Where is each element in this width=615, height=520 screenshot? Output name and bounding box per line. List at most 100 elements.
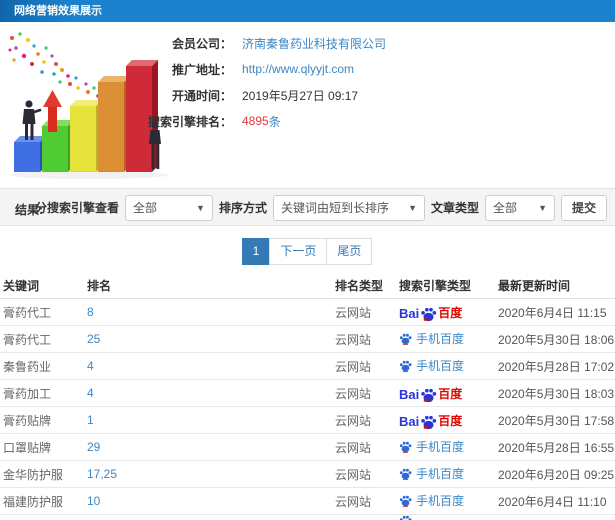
engine-view-selected: 全部 bbox=[132, 201, 157, 215]
updated-cell: 2020年6月20日 09:25 bbox=[498, 467, 615, 482]
baidu-logo-cn-text: 百度 bbox=[438, 386, 463, 401]
rank-type-cell: 云网站 bbox=[335, 305, 372, 320]
page-title: 网络营销效果展示 bbox=[14, 5, 102, 17]
engine-cell: Bai du 百度 手机百度 bbox=[395, 465, 490, 483]
rank-link[interactable]: 8 bbox=[85, 305, 335, 319]
last-page-button[interactable]: 尾页 bbox=[326, 238, 373, 265]
chevron-down-icon: ▼ bbox=[408, 202, 417, 213]
mobile-baidu-link[interactable]: 手机百度 bbox=[399, 330, 464, 347]
rank-link[interactable]: 4 bbox=[85, 386, 335, 400]
submit-button[interactable]: 提交 bbox=[561, 194, 607, 221]
svg-text:du: du bbox=[424, 398, 432, 402]
header-updated: 最新更新时间 bbox=[498, 278, 571, 293]
header-engine-type: 搜索引擎类型 bbox=[399, 278, 472, 293]
baidu-logo[interactable]: Bai du 百度 bbox=[399, 385, 462, 402]
updated-cell: 2020年6月4日 11:10 bbox=[498, 494, 607, 509]
rank-link[interactable]: 10 bbox=[85, 494, 335, 508]
mobile-baidu-label: 手机百度 bbox=[416, 359, 465, 374]
article-type-label: 文章类型 bbox=[430, 201, 479, 215]
engine-cell: Bai du 百度 手机百度 bbox=[395, 357, 490, 375]
updated-cell: 2020年5月30日 17:58 bbox=[498, 413, 615, 428]
baidu-logo[interactable]: Bai du 百度 bbox=[399, 412, 462, 429]
baidu-paw-icon: du bbox=[421, 307, 437, 321]
keyword-cell: 秦鲁药业 bbox=[3, 359, 52, 374]
baidu-logo-cn-text: 百度 bbox=[438, 413, 463, 428]
next-page-button[interactable]: 下一页 bbox=[269, 238, 328, 265]
baidu-logo-bai-text: Bai bbox=[399, 386, 420, 402]
rank-link[interactable]: 1 bbox=[85, 413, 335, 427]
rank-type-cell: 云网站 bbox=[335, 440, 372, 455]
table-row: 金华防护服 17,25 云网站 Bai du 百度 bbox=[0, 461, 615, 488]
bar-blue bbox=[14, 136, 46, 172]
info-row-company: 会员公司： 济南秦鲁药业科技有限公司 bbox=[0, 30, 615, 56]
partial-next-row bbox=[0, 515, 615, 520]
updated-cell: 2020年5月30日 18:03 bbox=[498, 386, 615, 401]
rank-type-cell: 云网站 bbox=[335, 386, 372, 401]
open-time-label: 开通时间： bbox=[171, 88, 232, 103]
mobile-baidu-paw-icon bbox=[399, 441, 412, 453]
engine-cell: Bai du 百度 手机百度 bbox=[395, 492, 490, 510]
keyword-cell: 金华防护服 bbox=[3, 467, 64, 482]
mobile-baidu-paw-icon bbox=[399, 495, 412, 507]
baidu-paw-icon: du bbox=[421, 415, 437, 429]
table-body: 膏药代工 8 云网站 Bai du 百度 2020年6月4日 11:15 膏药代… bbox=[0, 299, 615, 515]
rank-count-suffix: 条 bbox=[268, 114, 281, 129]
results-table: 关键词 排名 排名类型 搜索引擎类型 最新更新时间 膏药代工 8 云网站 Bai… bbox=[0, 272, 615, 515]
mobile-baidu-paw-icon bbox=[399, 333, 412, 345]
mobile-baidu-paw-icon bbox=[399, 360, 412, 372]
company-info: 会员公司： 济南秦鲁药业科技有限公司 推广地址： http://www.qlyy… bbox=[0, 30, 615, 134]
title-bar: 网络营销效果展示 bbox=[0, 0, 615, 22]
sort-selected: 关键词由短到长排序 bbox=[280, 201, 389, 215]
page-1-button[interactable]: 1 bbox=[241, 238, 271, 265]
rank-link[interactable]: 25 bbox=[85, 332, 335, 346]
mobile-baidu-link[interactable]: 手机百度 bbox=[399, 438, 464, 455]
table-row: 福建防护服 10 云网站 Bai du 百度 bbox=[0, 488, 615, 515]
baidu-paw-icon: du bbox=[421, 388, 437, 402]
svg-text:du: du bbox=[424, 317, 432, 321]
mobile-baidu-label: 手机百度 bbox=[416, 440, 465, 455]
filter-bar: 结果: 分搜索引擎查看 全部 ▼ 排序方式 关键词由短到长排序 ▼ 文章类型 全… bbox=[0, 188, 615, 226]
chevron-down-icon: ▼ bbox=[538, 202, 547, 213]
header-keyword: 关键词 bbox=[3, 278, 40, 293]
info-row-rank-count: 搜索引擎排名： 4895 条 bbox=[0, 108, 615, 134]
info-row-url: 推广地址： http://www.qlyyjt.com bbox=[0, 56, 615, 82]
mobile-baidu-label: 手机百度 bbox=[416, 332, 465, 347]
keyword-cell: 膏药代工 bbox=[3, 332, 52, 347]
mobile-baidu-link[interactable]: 手机百度 bbox=[399, 357, 464, 374]
keyword-cell: 福建防护服 bbox=[3, 494, 64, 509]
pagination: 1 下一页 尾页 bbox=[0, 238, 615, 265]
sort-select[interactable]: 关键词由短到长排序 ▼ bbox=[272, 194, 425, 221]
promo-url-label: 推广地址： bbox=[171, 62, 232, 77]
keyword-cell: 膏药贴牌 bbox=[3, 413, 52, 428]
promo-url-link[interactable]: http://www.qlyyjt.com bbox=[232, 62, 354, 76]
table-row: 膏药代工 25 云网站 Bai du 百度 bbox=[0, 326, 615, 353]
company-link[interactable]: 济南秦鲁药业科技有限公司 bbox=[232, 35, 386, 52]
rank-link[interactable]: 4 bbox=[85, 359, 335, 373]
rank-count-value: 4895 bbox=[242, 114, 269, 128]
rank-type-cell: 云网站 bbox=[335, 494, 372, 509]
svg-text:du: du bbox=[424, 425, 432, 429]
rank-type-cell: 云网站 bbox=[335, 332, 372, 347]
engine-cell: Bai du 百度 手机百度 bbox=[395, 412, 490, 429]
baidu-logo-cn-text: 百度 bbox=[438, 305, 463, 320]
engine-view-select[interactable]: 全部 ▼ bbox=[124, 194, 213, 221]
baidu-logo[interactable]: Bai du 百度 bbox=[399, 304, 462, 321]
header-rank-type: 排名类型 bbox=[335, 278, 384, 293]
mobile-baidu-link[interactable]: 手机百度 bbox=[399, 492, 464, 509]
engine-cell: Bai du 百度 手机百度 bbox=[395, 304, 490, 321]
article-type-select[interactable]: 全部 ▼ bbox=[485, 194, 555, 221]
rank-link[interactable]: 17,25 bbox=[85, 467, 335, 481]
mobile-baidu-label: 手机百度 bbox=[416, 467, 465, 482]
rank-link[interactable]: 29 bbox=[85, 440, 335, 454]
filter-controls: 分搜索引擎查看 全部 ▼ 排序方式 关键词由短到长排序 ▼ 文章类型 全部 ▼ … bbox=[35, 194, 607, 221]
open-time-value: 2019年5月27日 09:17 bbox=[242, 88, 359, 103]
keyword-cell: 膏药代工 bbox=[3, 305, 52, 320]
updated-cell: 2020年5月28日 17:02 bbox=[498, 359, 615, 374]
sort-label: 排序方式 bbox=[218, 201, 267, 215]
table-row: 秦鲁药业 4 云网站 Bai du 百度 bbox=[0, 353, 615, 380]
rank-type-cell: 云网站 bbox=[335, 359, 372, 374]
mobile-baidu-link[interactable]: 手机百度 bbox=[399, 465, 464, 482]
company-label: 会员公司： bbox=[171, 36, 232, 51]
baidu-logo-bai-text: Bai bbox=[399, 305, 420, 321]
engine-cell: Bai du 百度 手机百度 bbox=[395, 385, 490, 402]
